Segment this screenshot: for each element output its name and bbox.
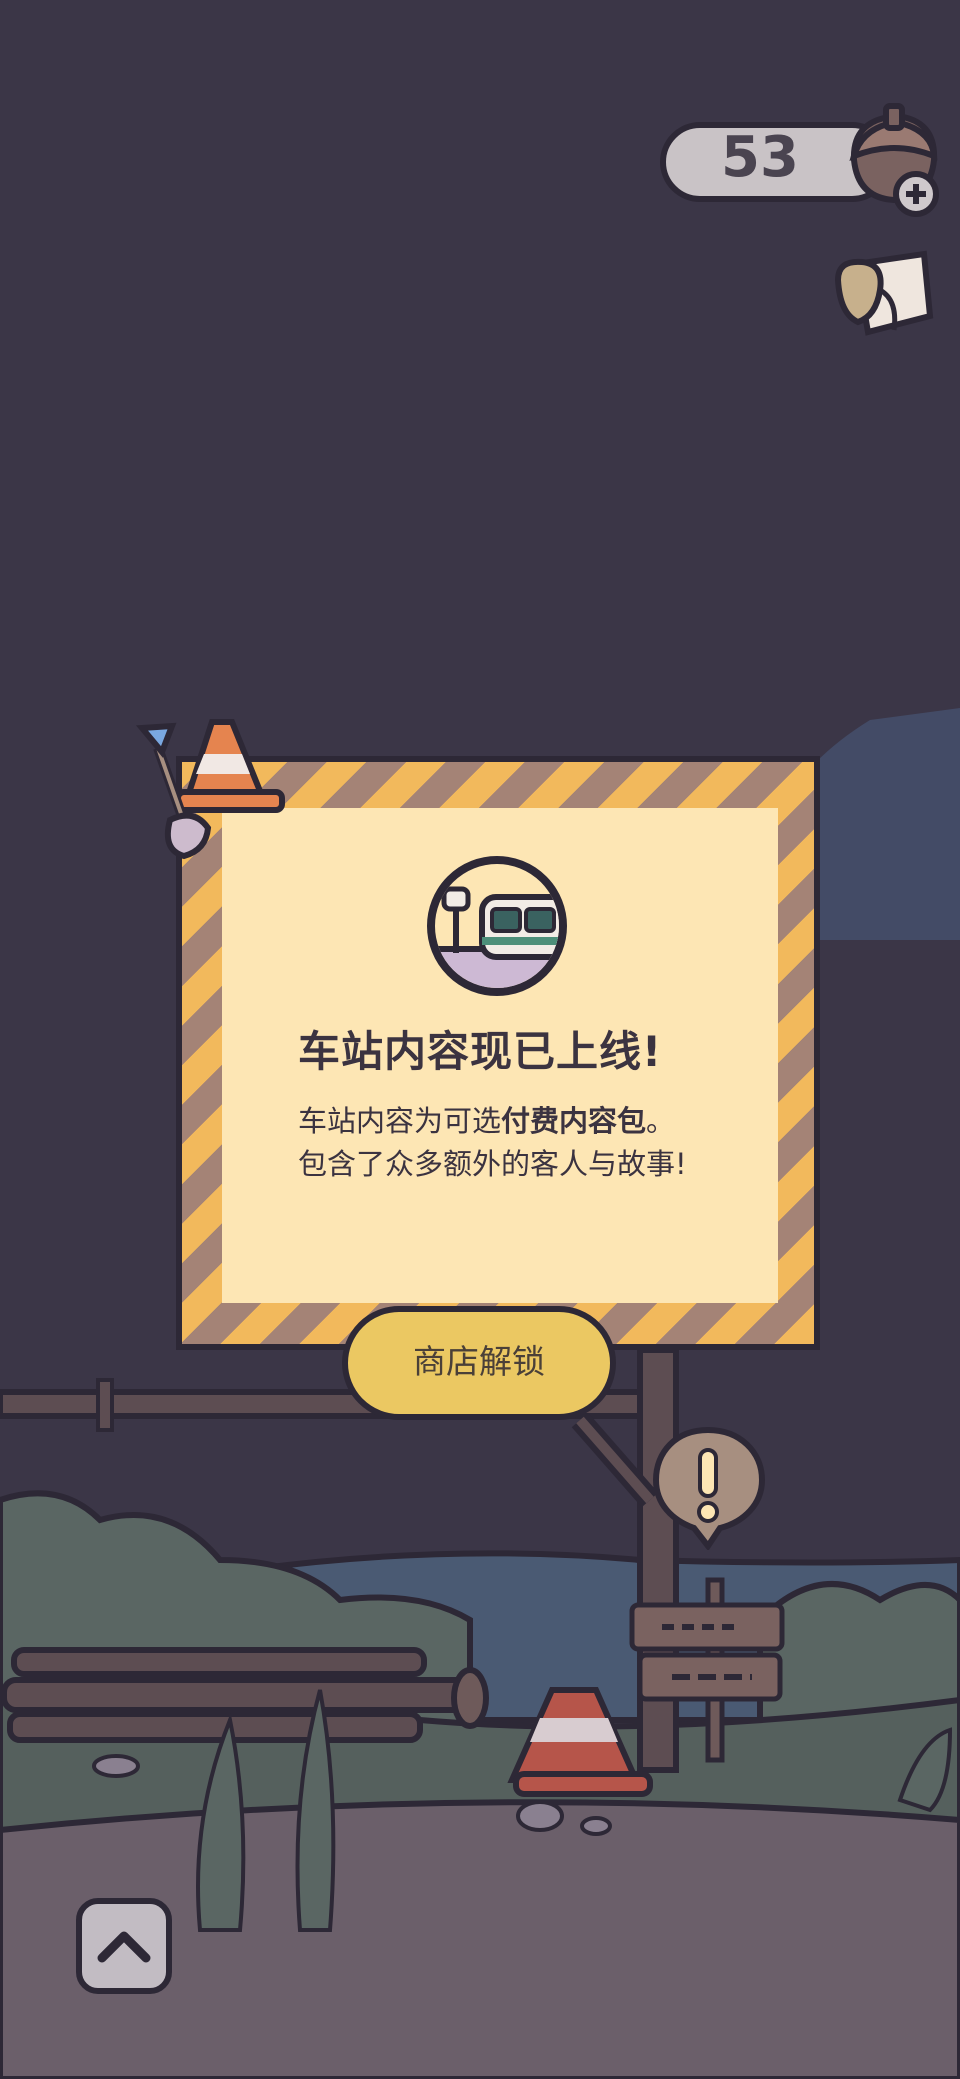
currency-value: 53	[721, 125, 799, 190]
acorn-icon[interactable]	[840, 100, 950, 220]
shop-unlock-button[interactable]: 商店解锁	[342, 1306, 616, 1420]
bench	[1, 1647, 489, 1743]
fence-post	[96, 1378, 114, 1432]
sign-post	[637, 1347, 679, 1773]
promo-desc-line2: 包含了众多额外的客人与故事!	[298, 1147, 687, 1181]
exclamation-bubble-icon[interactable]	[648, 1424, 770, 1550]
pebble	[580, 1816, 612, 1836]
promo-desc-line1: 车站内容为可选付费内容包。	[298, 1104, 676, 1138]
pebble	[516, 1800, 564, 1832]
collapse-button[interactable]	[76, 1898, 172, 1994]
letter-icon[interactable]	[828, 240, 938, 350]
cone-shovel-decoration	[135, 719, 285, 860]
promo-title: 车站内容现已上线!	[298, 1027, 663, 1076]
pebble	[92, 1754, 140, 1778]
promo-description: 车站内容为可选付费内容包。 包含了众多额外的客人与故事!	[298, 1100, 758, 1186]
chevron-up-icon	[97, 1931, 151, 1963]
station-icon	[427, 856, 567, 996]
